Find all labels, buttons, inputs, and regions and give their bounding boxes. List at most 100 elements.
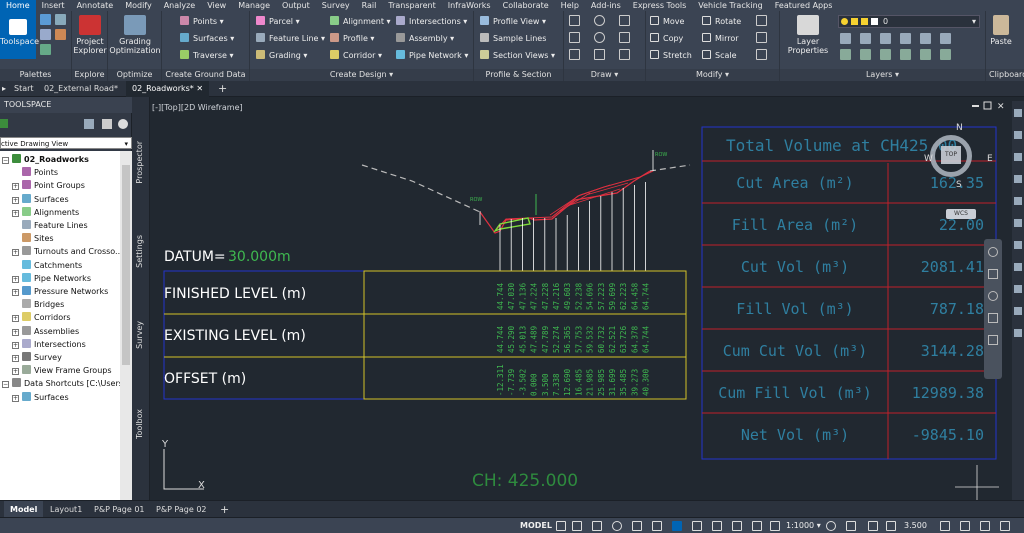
tool-strip-icon[interactable] xyxy=(1014,263,1022,271)
stretch-button[interactable]: Stretch xyxy=(650,49,692,63)
help-icon[interactable] xyxy=(118,119,128,129)
menu-featured-apps[interactable]: Featured Apps xyxy=(769,0,839,11)
tree-item[interactable]: Feature Lines xyxy=(12,219,88,232)
collapse-icon[interactable]: − xyxy=(2,381,9,389)
elevation-value[interactable]: 3.500 xyxy=(904,520,927,532)
array-icon[interactable] xyxy=(756,49,767,60)
tool-strip-icon[interactable] xyxy=(1014,197,1022,205)
tab-pp-page-01[interactable]: P&P Page 01 xyxy=(88,501,151,518)
move-button[interactable]: Move xyxy=(650,15,684,29)
fillet-icon[interactable] xyxy=(756,32,767,43)
snap-icon[interactable] xyxy=(572,521,582,531)
design-center-icon[interactable] xyxy=(55,29,66,40)
layer-tool-icon[interactable] xyxy=(880,49,891,60)
layer-tool-icon[interactable] xyxy=(920,49,931,60)
tree-item[interactable]: + Turnouts and Crosso... xyxy=(12,245,123,258)
drawing-icon[interactable] xyxy=(0,119,8,128)
rectangle-icon[interactable] xyxy=(569,32,580,43)
copy-button[interactable]: Copy xyxy=(650,32,683,46)
workspace-icon[interactable] xyxy=(846,521,856,531)
selection-cycling-icon[interactable] xyxy=(732,521,742,531)
line-icon[interactable] xyxy=(569,15,580,26)
menu-manage[interactable]: Manage xyxy=(232,0,276,11)
tree-item[interactable]: Bridges xyxy=(12,298,64,311)
tree-item[interactable]: + Surfaces xyxy=(12,193,69,206)
arc-icon[interactable] xyxy=(594,15,605,26)
parcel-button[interactable]: Parcel ▾ xyxy=(256,15,300,29)
section-views-button[interactable]: Section Views ▾ xyxy=(480,49,555,63)
menu-collaborate[interactable]: Collaborate xyxy=(497,0,555,11)
tree-item[interactable]: − Data Shortcuts [C:\Users\... xyxy=(2,377,133,390)
menu-home[interactable]: Home xyxy=(0,0,36,11)
transparency-icon[interactable] xyxy=(712,521,722,531)
properties-icon[interactable] xyxy=(40,14,51,25)
menu-insert[interactable]: Insert xyxy=(36,0,71,11)
profile-view-button[interactable]: Profile View ▾ xyxy=(480,15,546,29)
menu-help[interactable]: Help xyxy=(555,0,585,11)
surfaces-button[interactable]: Surfaces ▾ xyxy=(180,32,234,46)
viewcube-compass[interactable]: TOP xyxy=(930,135,972,177)
expand-icon[interactable]: + xyxy=(12,183,19,191)
menu-view[interactable]: View xyxy=(201,0,232,11)
feature-line-button[interactable]: Feature Line ▾ xyxy=(256,32,325,46)
compass-west[interactable]: W xyxy=(924,154,933,164)
drawing-canvas[interactable]: [-][Top][2D Wireframe] ✕ ROW ROW DATUM= … xyxy=(150,97,1024,500)
tree-item[interactable]: + Assemblies xyxy=(12,325,79,338)
sample-lines-button[interactable]: Sample Lines xyxy=(480,32,546,46)
compass-east[interactable]: E xyxy=(987,154,993,164)
add-layout-plus-icon[interactable]: + xyxy=(214,501,235,518)
tree-item[interactable]: + Survey xyxy=(12,351,62,364)
elevation-icon[interactable] xyxy=(886,521,896,531)
tab-start[interactable]: Start xyxy=(8,81,40,97)
tool-strip-icon[interactable] xyxy=(1014,285,1022,293)
steering-wheel-icon[interactable] xyxy=(988,247,998,257)
tool-strip-icon[interactable] xyxy=(1014,175,1022,183)
tree-item[interactable]: Points xyxy=(12,166,58,179)
assembly-button[interactable]: Assembly ▾ xyxy=(396,32,454,46)
tool-palette-icon[interactable] xyxy=(40,29,51,40)
tree-item[interactable]: Catchments xyxy=(12,259,82,272)
wcs-menu[interactable]: WCS xyxy=(946,209,976,219)
menu-analyze[interactable]: Analyze xyxy=(158,0,202,11)
layer-tool-icon[interactable] xyxy=(880,33,891,44)
tree-item[interactable]: + View Frame Groups xyxy=(12,364,112,377)
menu-vehicle-tracking[interactable]: Vehicle Tracking xyxy=(692,0,768,11)
corridor-button[interactable]: Corridor ▾ xyxy=(330,49,382,63)
new-tab-plus-icon[interactable]: + xyxy=(212,81,233,97)
viewcube-top-face[interactable]: TOP xyxy=(941,146,961,164)
circle-icon[interactable] xyxy=(594,32,605,43)
spline-icon[interactable] xyxy=(569,49,580,60)
ortho-icon[interactable] xyxy=(592,521,602,531)
tree-item[interactable]: + Alignments xyxy=(12,206,79,219)
restore-icon[interactable] xyxy=(983,101,992,110)
rotate-button[interactable]: Rotate xyxy=(702,15,741,29)
close-icon[interactable]: ✕ xyxy=(196,84,203,93)
menu-transparent[interactable]: Transparent xyxy=(382,0,441,11)
minimize-icon[interactable] xyxy=(972,105,979,107)
pipe-network-button[interactable]: Pipe Network ▾ xyxy=(396,49,468,63)
close-viewport-icon[interactable]: ✕ xyxy=(997,102,1005,112)
points-button[interactable]: Points ▾ xyxy=(180,15,224,29)
traverse-button[interactable]: Traverse ▾ xyxy=(180,49,234,63)
layer-properties-button[interactable]: Layer Properties xyxy=(786,15,830,55)
osnap-icon[interactable] xyxy=(672,521,682,531)
gear-icon[interactable] xyxy=(826,521,836,531)
tree-item[interactable]: + Corridors xyxy=(12,311,71,324)
panel-title-optimize[interactable]: Optimize xyxy=(108,69,161,81)
side-tab-prospector[interactable]: Prospector xyxy=(135,141,144,184)
tree-item[interactable]: + Intersections xyxy=(12,338,86,351)
tool-strip-icon[interactable] xyxy=(1014,131,1022,139)
project-explorer-button[interactable]: Project Explorer xyxy=(72,15,108,55)
polyline-icon[interactable] xyxy=(619,15,630,26)
grading-button[interactable]: Grading ▾ xyxy=(256,49,307,63)
tree-item[interactable]: − 02_Roadworks xyxy=(2,153,89,166)
panel-title-create-ground[interactable]: Create Ground Data xyxy=(162,69,249,81)
collapse-icon[interactable]: − xyxy=(2,157,9,164)
model-space-toggle[interactable]: MODEL xyxy=(520,520,552,532)
layer-tool-icon[interactable] xyxy=(860,33,871,44)
compass-south[interactable]: S xyxy=(956,180,962,190)
panel-title-psv[interactable]: Profile & Section Views xyxy=(474,69,563,91)
panel-title-create-design[interactable]: Create Design ▾ xyxy=(250,69,473,81)
tree-item[interactable]: + Point Groups xyxy=(12,179,85,192)
hardware-acceleration-icon[interactable] xyxy=(960,521,970,531)
